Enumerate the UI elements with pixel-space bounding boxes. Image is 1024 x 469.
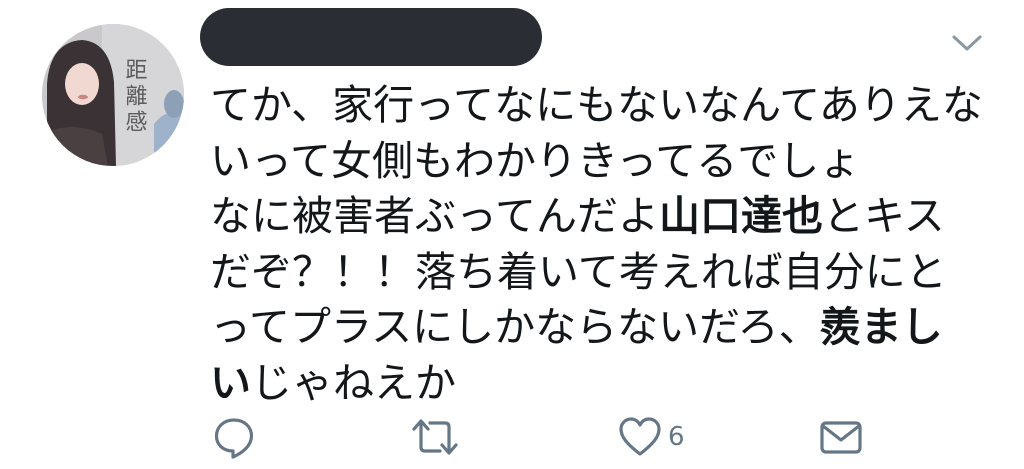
- tweet-text-run: だぞ？！！落ち着いて考えれば自分にと: [210, 247, 947, 296]
- tweet-text-run: なに被害者ぶってんだよ: [210, 192, 659, 240]
- tweet-text-line: だぞ？！！落ち着いて考えれば自分にと: [210, 245, 1010, 301]
- avatar[interactable]: 距離感: [42, 24, 184, 166]
- reply-icon: [214, 418, 254, 459]
- tweet-text: てか、家行ってなにもないなんてありえな いって女側もわかりきってるでしょ なに被害者…: [210, 78, 1010, 411]
- avatar-text: 距離感: [122, 58, 148, 136]
- tweet-text-line: てか、家行ってなにもないなんてありえな: [210, 78, 1010, 134]
- direct-message-button[interactable]: [818, 412, 864, 462]
- chevron-down-icon[interactable]: [950, 30, 984, 56]
- tweet-text-run: とキス: [822, 192, 945, 240]
- action-bar: 6: [0, 412, 1024, 462]
- tweet-text-run: いって女側もわかりきってるでしょ: [210, 136, 861, 185]
- tweet-text-line: ってプラスにしかならないだろ、羨まし: [210, 300, 1010, 356]
- retweet-button[interactable]: [410, 412, 460, 462]
- tweet-text-run: ってプラスにしかならないだろ、: [210, 303, 820, 351]
- tweet-text-bold-run: 羨まし: [819, 303, 943, 351]
- retweet-icon: [412, 419, 458, 455]
- like-button[interactable]: 6: [618, 412, 685, 462]
- tweet-text-bold-run: い: [210, 358, 251, 407]
- envelope-icon: [820, 421, 862, 454]
- tweet-text-line: いって女側もわかりきってるでしょ: [210, 134, 1010, 190]
- redacted-author-name: [200, 8, 542, 66]
- tweet-text-bold-run: 山口達也: [658, 192, 823, 240]
- tweet-text-line: なに被害者ぶってんだよ山口達也とキス: [210, 189, 1010, 245]
- heart-icon: [619, 417, 661, 456]
- reply-button[interactable]: [212, 412, 256, 462]
- tweet-text-run: てか、家行ってなにもないなんてありえな: [210, 81, 983, 129]
- tweet-text-line: いじゃねえか: [210, 356, 1010, 412]
- avatar-image: 距離感: [42, 24, 184, 166]
- tweet: 距離感 てか、家行ってなにもないなんてありえな いって女側もわかりきってるでしょな…: [0, 0, 1024, 469]
- like-count: 6: [668, 422, 685, 452]
- tweet-text-run: じゃねえか: [251, 358, 456, 407]
